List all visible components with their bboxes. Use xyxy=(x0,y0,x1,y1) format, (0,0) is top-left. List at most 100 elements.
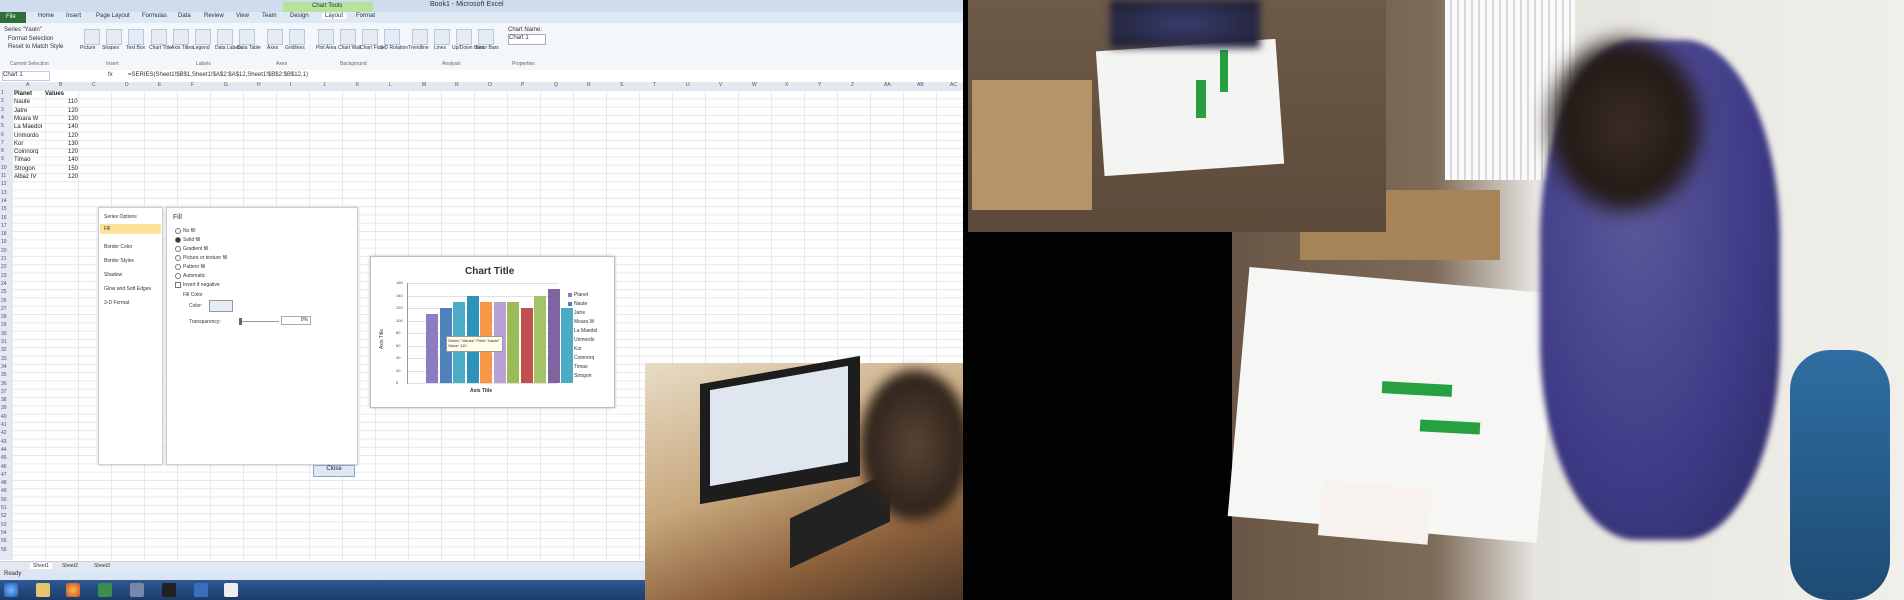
table-cell[interactable]: 120 xyxy=(68,149,78,155)
column-header[interactable]: S xyxy=(620,82,623,88)
table-cell[interactable]: Naute xyxy=(14,99,30,105)
tab-design[interactable]: Design xyxy=(290,13,309,19)
row-header[interactable]: 54 xyxy=(1,530,7,536)
picture-icon[interactable] xyxy=(84,29,100,45)
row-header[interactable]: 19 xyxy=(1,239,7,245)
legend-icon[interactable] xyxy=(195,29,211,45)
row-header[interactable]: 4 xyxy=(1,115,4,121)
row-header[interactable]: 21 xyxy=(1,256,7,262)
chart-wall-icon[interactable] xyxy=(340,29,356,45)
row-header[interactable]: 33 xyxy=(1,356,7,362)
column-header[interactable]: Z xyxy=(851,82,854,88)
column-header[interactable]: C xyxy=(92,82,96,88)
column-header[interactable]: U xyxy=(686,82,690,88)
column-header[interactable]: T xyxy=(653,82,656,88)
chart-bar[interactable] xyxy=(547,289,560,383)
column-header[interactable]: R xyxy=(587,82,591,88)
x-axis-title[interactable]: Axis Title xyxy=(470,388,492,394)
close-button[interactable]: Close xyxy=(313,465,355,477)
chart-name-input[interactable]: Chart 1 xyxy=(508,34,546,45)
row-header[interactable]: 16 xyxy=(1,215,7,221)
row-header[interactable]: 55 xyxy=(1,538,7,544)
row-header[interactable]: 39 xyxy=(1,405,7,411)
sheet-tab-3[interactable]: Sheet3 xyxy=(94,563,110,569)
no-fill-radio[interactable] xyxy=(175,228,181,234)
error-bars-icon[interactable] xyxy=(478,29,494,45)
color-picker-button[interactable] xyxy=(209,300,233,312)
row-header[interactable]: 6 xyxy=(1,132,4,138)
column-header[interactable]: K xyxy=(356,82,359,88)
chart-bar[interactable] xyxy=(520,308,533,383)
tab-formulas[interactable]: Formulas xyxy=(142,13,167,19)
app-icon-3[interactable] xyxy=(224,583,238,597)
row-header[interactable]: 48 xyxy=(1,480,7,486)
3d-rotation-icon[interactable] xyxy=(384,29,400,45)
table-cell[interactable]: La Maedol xyxy=(14,124,42,130)
tab-layout[interactable]: Layout xyxy=(322,13,347,19)
tab-view[interactable]: View xyxy=(236,13,249,19)
transparency-input[interactable]: 0% xyxy=(281,316,311,325)
table-cell[interactable]: 130 xyxy=(68,141,78,147)
row-header[interactable]: 52 xyxy=(1,513,7,519)
row-header[interactable]: 38 xyxy=(1,397,7,403)
chart-bar[interactable] xyxy=(561,308,573,383)
text-box-icon[interactable] xyxy=(128,29,144,45)
column-header[interactable]: I xyxy=(290,82,291,88)
table-cell[interactable]: Coinnorq xyxy=(14,149,38,155)
pattern-fill-radio[interactable] xyxy=(175,264,181,270)
row-header[interactable]: 5 xyxy=(1,123,4,129)
column-header[interactable]: P xyxy=(521,82,524,88)
table-cell[interactable]: 140 xyxy=(68,157,78,163)
column-header[interactable]: O xyxy=(488,82,492,88)
row-header[interactable]: 8 xyxy=(1,148,4,154)
row-header[interactable]: 35 xyxy=(1,372,7,378)
row-header[interactable]: 9 xyxy=(1,156,4,162)
nav-border-color[interactable]: Border Color xyxy=(104,244,132,250)
column-header[interactable]: H xyxy=(257,82,261,88)
column-header[interactable]: M xyxy=(422,82,426,88)
data-labels-icon[interactable] xyxy=(217,29,233,45)
table-cell[interactable]: Albaz IV xyxy=(14,174,36,180)
start-button-icon[interactable] xyxy=(4,583,18,597)
chart-title-icon[interactable] xyxy=(151,29,167,45)
row-header[interactable]: 31 xyxy=(1,339,7,345)
transparency-slider[interactable] xyxy=(239,321,279,322)
reset-style-button[interactable]: Reset to Match Style xyxy=(8,44,63,50)
column-header[interactable]: N xyxy=(455,82,459,88)
table-cell[interactable]: Unmordo xyxy=(14,133,39,139)
row-header[interactable]: 13 xyxy=(1,190,7,196)
nav-shadow[interactable]: Shadow xyxy=(104,272,122,278)
row-header[interactable]: 2 xyxy=(1,98,4,104)
chrome-icon[interactable] xyxy=(66,583,80,597)
row-header[interactable]: 24 xyxy=(1,281,7,287)
table-cell[interactable]: Planet xyxy=(14,91,32,97)
sheet-tab-1[interactable]: Sheet1 xyxy=(30,563,52,569)
row-header[interactable]: 41 xyxy=(1,422,7,428)
table-cell[interactable]: 140 xyxy=(68,124,78,130)
gradient-fill-radio[interactable] xyxy=(175,246,181,252)
excel-taskbar-icon[interactable] xyxy=(98,583,112,597)
row-header[interactable]: 43 xyxy=(1,439,7,445)
chart-bar[interactable] xyxy=(507,301,519,383)
column-header[interactable]: X xyxy=(785,82,788,88)
column-header[interactable]: Y xyxy=(818,82,821,88)
row-header[interactable]: 44 xyxy=(1,447,7,453)
invert-if-negative-checkbox[interactable] xyxy=(175,282,181,288)
row-header[interactable]: 51 xyxy=(1,505,7,511)
row-header[interactable]: 47 xyxy=(1,472,7,478)
nav-fill[interactable]: Fill xyxy=(104,226,110,232)
explorer-icon[interactable] xyxy=(36,583,50,597)
row-header[interactable]: 46 xyxy=(1,464,7,470)
row-header[interactable]: 22 xyxy=(1,264,7,270)
column-header[interactable]: G xyxy=(224,82,228,88)
tab-team[interactable]: Team xyxy=(262,13,277,19)
table-cell[interactable]: 120 xyxy=(68,133,78,139)
column-header[interactable]: AC xyxy=(950,82,957,88)
row-header[interactable]: 14 xyxy=(1,198,7,204)
row-header[interactable]: 49 xyxy=(1,488,7,494)
row-header[interactable]: 26 xyxy=(1,298,7,304)
plot-area-icon[interactable] xyxy=(318,29,334,45)
table-cell[interactable]: Strogon xyxy=(14,166,35,172)
file-tab[interactable]: File xyxy=(0,12,26,23)
trendline-icon[interactable] xyxy=(412,29,428,45)
